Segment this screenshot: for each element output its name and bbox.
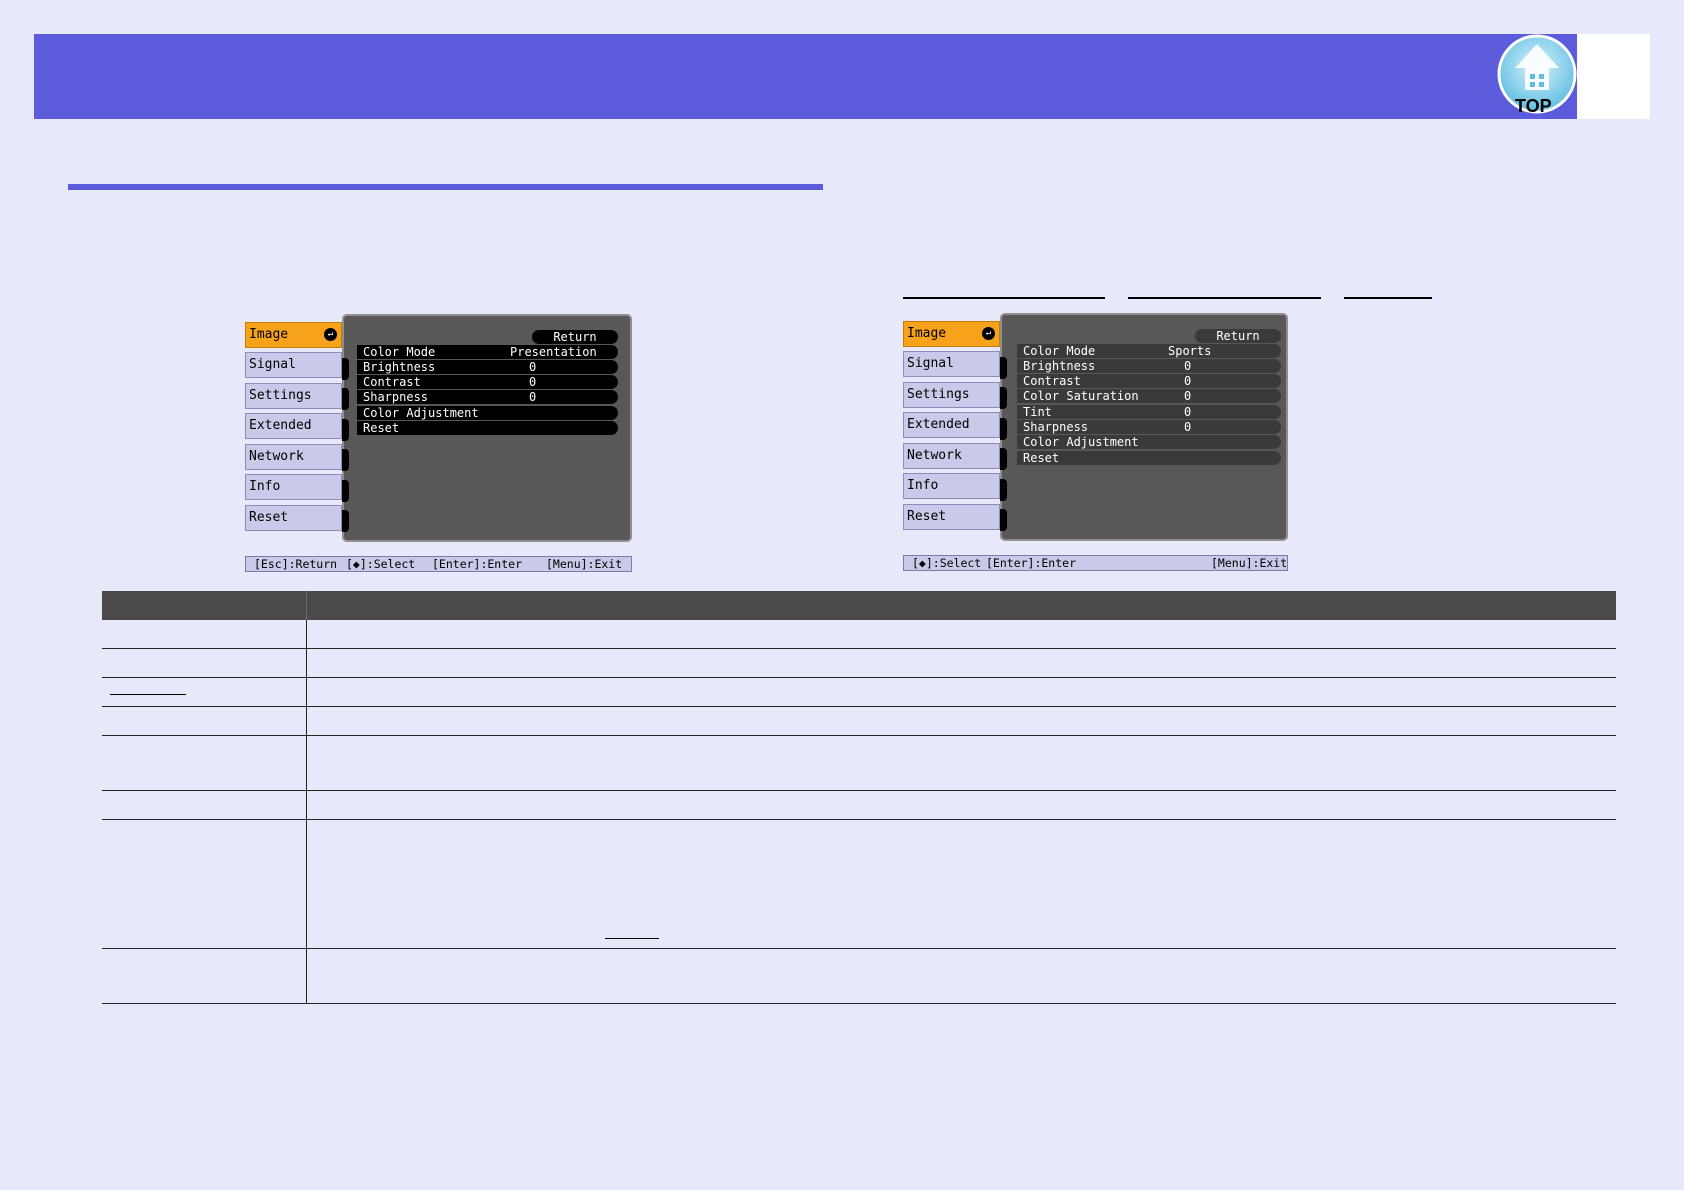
tab-reset[interactable]: Reset <box>245 505 342 531</box>
menu-item-color-adjustment[interactable]: Color Adjustment <box>1017 435 1281 449</box>
tab-connector <box>1000 448 1007 470</box>
menu-item-brightness[interactable]: Brightness 0 <box>357 360 618 374</box>
table-row <box>102 736 1616 791</box>
page-number-box <box>1577 34 1650 119</box>
tab-connector <box>342 480 349 502</box>
image-menu-screenshot-2: Image ↵ Signal Settings Extended Network … <box>903 313 1288 573</box>
table-row <box>102 707 1616 736</box>
menu-item-color-mode[interactable]: Color Mode Presentation <box>357 345 618 359</box>
tab-signal[interactable]: Signal <box>245 352 342 378</box>
menu-item-reset[interactable]: Reset <box>357 421 618 435</box>
tab-connector <box>342 388 349 410</box>
tab-connector <box>342 358 349 380</box>
section-heading-rule <box>68 184 823 190</box>
table-row <box>102 620 1616 649</box>
tab-connector <box>1000 479 1007 501</box>
tab-settings[interactable]: Settings <box>903 382 1000 408</box>
return-item[interactable]: Return <box>1195 329 1281 343</box>
tab-connector <box>1000 418 1007 440</box>
menu-item-brightness[interactable]: Brightness 0 <box>1017 359 1281 373</box>
tab-extended[interactable]: Extended <box>245 413 342 439</box>
menu-panel: Return Color Mode Presentation Brightness… <box>342 314 632 542</box>
return-item[interactable]: Return <box>532 330 618 344</box>
menu-item-color-mode[interactable]: Color Mode Sports <box>1017 344 1281 358</box>
link-underline[interactable] <box>903 297 1105 299</box>
table-row <box>102 649 1616 678</box>
link-underline[interactable] <box>110 694 186 695</box>
table-row <box>102 949 1616 1004</box>
menu-item-tint[interactable]: Tint 0 <box>1017 405 1281 419</box>
image-menu-screenshot-1: Image ↵ Signal Settings Extended Network … <box>245 314 632 574</box>
tab-connector <box>342 419 349 441</box>
tab-image[interactable]: Image ↵ <box>245 322 342 348</box>
tab-connector <box>342 510 349 532</box>
link-underline[interactable] <box>605 938 659 939</box>
menu-item-color-adjustment[interactable]: Color Adjustment <box>357 406 618 420</box>
menu-status-bar: [◆]:Select [Enter]:Enter [Menu]:Exit <box>903 555 1288 571</box>
tab-connector <box>342 449 349 471</box>
tab-connector <box>1000 387 1007 409</box>
top-button-label: TOP <box>1515 96 1552 116</box>
tab-connector <box>1000 509 1007 531</box>
page-header-bar <box>34 34 1650 119</box>
tab-network[interactable]: Network <box>903 443 1000 469</box>
menu-item-sharpness[interactable]: Sharpness 0 <box>357 390 618 404</box>
link-underline[interactable] <box>1344 297 1432 299</box>
tab-info[interactable]: Info <box>903 473 1000 499</box>
menu-panel: Return Color Mode Sports Brightness 0 Cont… <box>1000 313 1288 541</box>
table-header <box>102 591 1616 620</box>
menu-item-sharpness[interactable]: Sharpness 0 <box>1017 420 1281 434</box>
top-button[interactable]: TOP <box>1497 34 1577 119</box>
menu-item-contrast[interactable]: Contrast 0 <box>357 375 618 389</box>
table-row <box>102 678 1616 707</box>
table-row <box>102 820 1616 949</box>
menu-status-bar: [Esc]:Return [◆]:Select [Enter]:Enter [M… <box>245 556 632 572</box>
tab-extended[interactable]: Extended <box>903 412 1000 438</box>
tab-connector <box>1000 357 1007 379</box>
enter-icon: ↵ <box>324 328 337 341</box>
tab-network[interactable]: Network <box>245 444 342 470</box>
menu-item-color-saturation[interactable]: Color Saturation 0 <box>1017 389 1281 403</box>
tab-signal[interactable]: Signal <box>903 351 1000 377</box>
link-underline[interactable] <box>1128 297 1321 299</box>
menu-item-contrast[interactable]: Contrast 0 <box>1017 374 1281 388</box>
tab-settings[interactable]: Settings <box>245 383 342 409</box>
tab-info[interactable]: Info <box>245 474 342 500</box>
tab-reset[interactable]: Reset <box>903 504 1000 530</box>
table-row <box>102 791 1616 820</box>
menu-item-reset[interactable]: Reset <box>1017 451 1281 465</box>
tab-image[interactable]: Image ↵ <box>903 321 1000 347</box>
enter-icon: ↵ <box>982 327 995 340</box>
